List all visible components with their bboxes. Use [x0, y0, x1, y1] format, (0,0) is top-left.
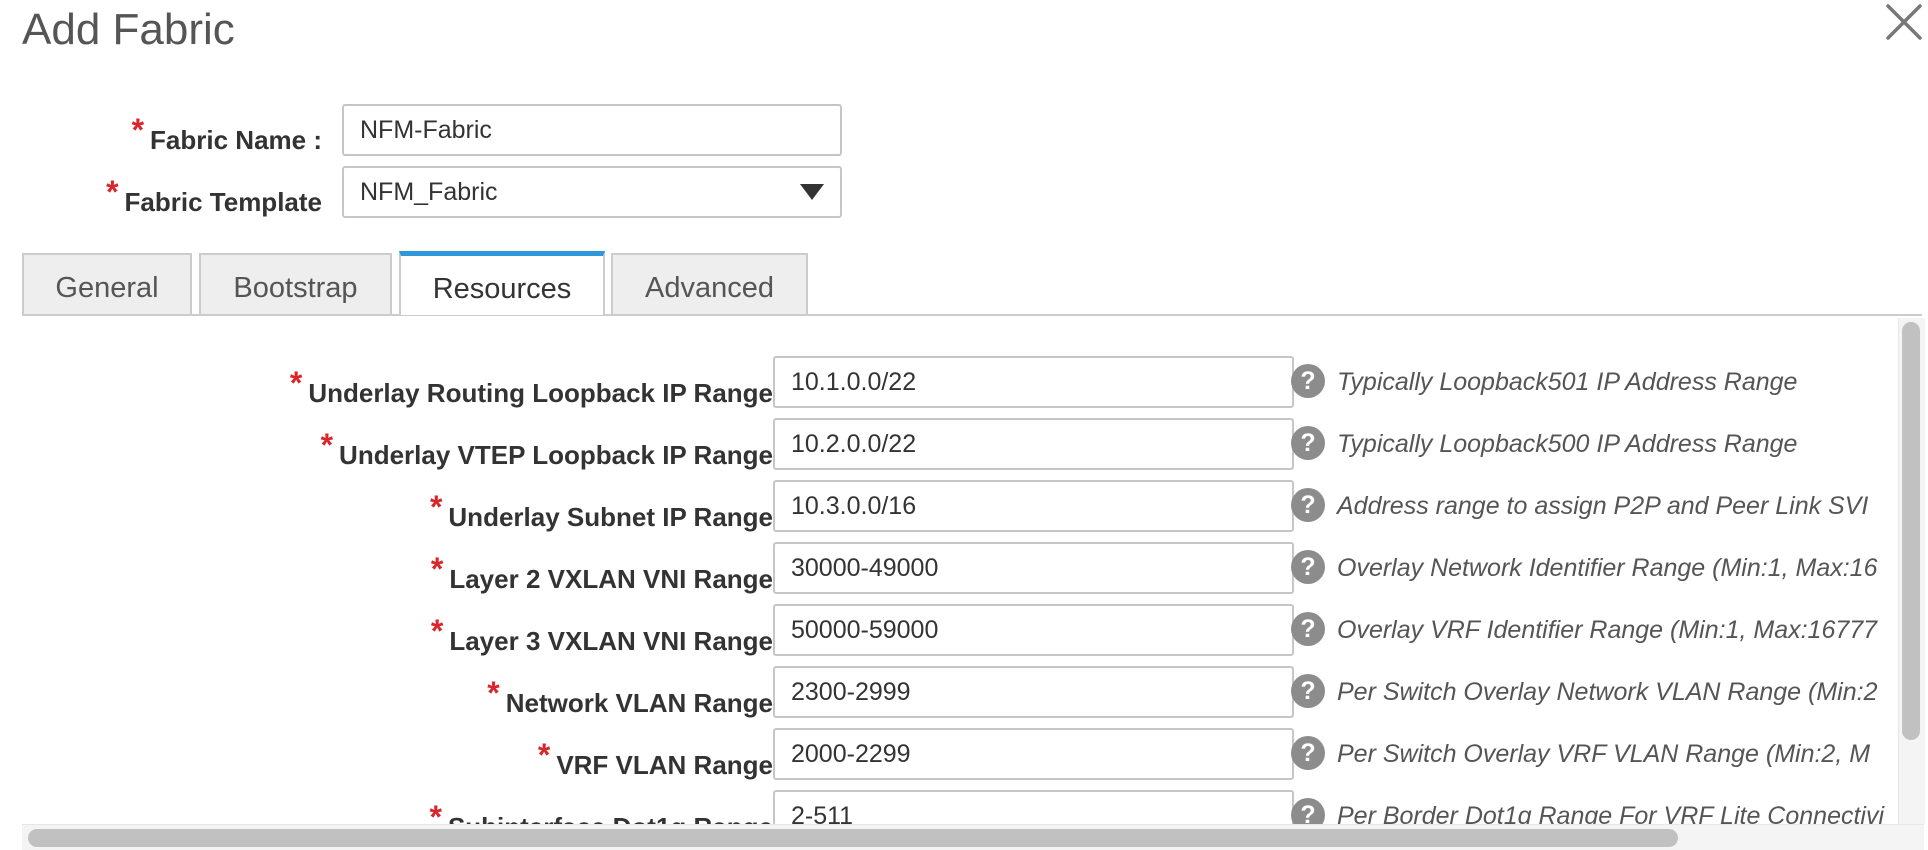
help-icon[interactable]: ?: [1291, 736, 1325, 770]
help-text: Typically Loopback501 IP Address Range: [1337, 368, 1798, 396]
field-row-vrf-vlan: *VRF VLAN Range ? Per Switch Overlay VRF…: [22, 728, 1898, 780]
fabric-template-select[interactable]: NFM_Fabric: [342, 166, 842, 218]
field-label: * Underlay Routing Loopback IP Range: [289, 365, 773, 408]
dialog-title: Add Fabric: [22, 5, 235, 54]
tab-general[interactable]: General: [22, 253, 192, 315]
help-icon[interactable]: ?: [1291, 674, 1325, 708]
required-marker: *: [430, 551, 444, 587]
field-label: * Network VLAN Range: [487, 675, 773, 718]
vertical-scrollbar-thumb[interactable]: [1902, 322, 1920, 740]
tab-bootstrap[interactable]: Bootstrap: [199, 253, 392, 315]
help-icon[interactable]: ?: [1291, 550, 1325, 584]
tab-resources[interactable]: Resources: [399, 251, 605, 315]
field-row-layer3-vni: *Layer 3 VXLAN VNI Range ? Overlay VRF I…: [22, 604, 1898, 656]
field-label: * Layer 3 VXLAN VNI Range: [430, 613, 773, 656]
caret-down-icon: [800, 184, 824, 200]
required-marker: *: [320, 427, 334, 463]
field-row-underlay-vtep-loopback: *Underlay VTEP Loopback IP Range ? Typic…: [22, 418, 1898, 470]
horizontal-scrollbar-thumb[interactable]: [28, 829, 1678, 847]
help-icon[interactable]: ?: [1291, 364, 1325, 398]
required-marker: *: [106, 174, 119, 210]
help-text: Address range to assign P2P and Peer Lin…: [1337, 492, 1869, 520]
underlay-subnet-ip-range-input[interactable]: [773, 480, 1294, 532]
required-marker: *: [430, 613, 444, 649]
resources-panel: *Underlay Routing Loopback IP Range ? Ty…: [22, 316, 1898, 824]
subinterface-dot1q-range-input[interactable]: [773, 790, 1294, 824]
field-label: * Underlay VTEP Loopback IP Range: [320, 427, 773, 470]
field-row-layer2-vni: *Layer 2 VXLAN VNI Range ? Overlay Netwo…: [22, 542, 1898, 594]
fabric-template-label: * Fabric Template: [106, 174, 322, 217]
layer2-vxlan-vni-range-input[interactable]: [773, 542, 1294, 594]
fabric-name-row: * Fabric Name :: [0, 104, 900, 156]
help-text: Typically Loopback500 IP Address Range: [1337, 430, 1798, 458]
field-label: *Subinterface Dot1q Range: [429, 790, 773, 824]
field-row-network-vlan: *Network VLAN Range ? Per Switch Overlay…: [22, 666, 1898, 718]
required-marker: *: [537, 737, 551, 773]
help-icon[interactable]: ?: [1291, 488, 1325, 522]
layer3-vxlan-vni-range-input[interactable]: [773, 604, 1294, 656]
field-label: * VRF VLAN Range: [537, 737, 773, 780]
field-row-underlay-routing-loopback: *Underlay Routing Loopback IP Range ? Ty…: [22, 356, 1898, 408]
help-icon[interactable]: ?: [1291, 612, 1325, 646]
fabric-name-input[interactable]: [342, 104, 842, 156]
required-marker: *: [289, 365, 303, 401]
help-icon[interactable]: ?: [1291, 426, 1325, 460]
required-marker: *: [429, 799, 442, 824]
help-icon[interactable]: ?: [1291, 798, 1325, 824]
help-text: Per Switch Overlay VRF VLAN Range (Min:2…: [1337, 740, 1871, 768]
required-marker: *: [487, 675, 500, 711]
help-text: Per Switch Overlay Network VLAN Range (M…: [1337, 678, 1878, 706]
help-text: Overlay Network Identifier Range (Min:1,…: [1337, 554, 1878, 582]
field-row-subinterface-dot1q: *Subinterface Dot1q Range ? Per Border D…: [22, 790, 1898, 824]
vrf-vlan-range-input[interactable]: [773, 728, 1294, 780]
required-marker: *: [429, 489, 443, 525]
fabric-template-row: * Fabric Template NFM_Fabric: [0, 166, 900, 218]
underlay-vtep-loopback-ip-range-input[interactable]: [773, 418, 1294, 470]
underlay-routing-loopback-ip-range-input[interactable]: [773, 356, 1294, 408]
fabric-template-selected: NFM_Fabric: [360, 178, 498, 206]
help-text: Per Border Dot1q Range For VRF Lite Conn…: [1337, 802, 1885, 824]
field-label: * Layer 2 VXLAN VNI Range: [430, 551, 773, 594]
add-fabric-dialog: Add Fabric *Fabric Name : *Fabric Templa…: [0, 0, 1928, 850]
close-icon[interactable]: [1884, 2, 1924, 42]
field-row-underlay-subnet: *Underlay Subnet IP Range ? Address rang…: [22, 480, 1898, 532]
help-text: Overlay VRF Identifier Range (Min:1, Max…: [1337, 616, 1878, 644]
tab-advanced[interactable]: Advanced: [611, 253, 808, 315]
field-label: * Underlay Subnet IP Range: [429, 489, 773, 532]
network-vlan-range-input[interactable]: [773, 666, 1294, 718]
fabric-name-label: * Fabric Name :: [131, 112, 322, 155]
required-marker: *: [131, 112, 145, 148]
